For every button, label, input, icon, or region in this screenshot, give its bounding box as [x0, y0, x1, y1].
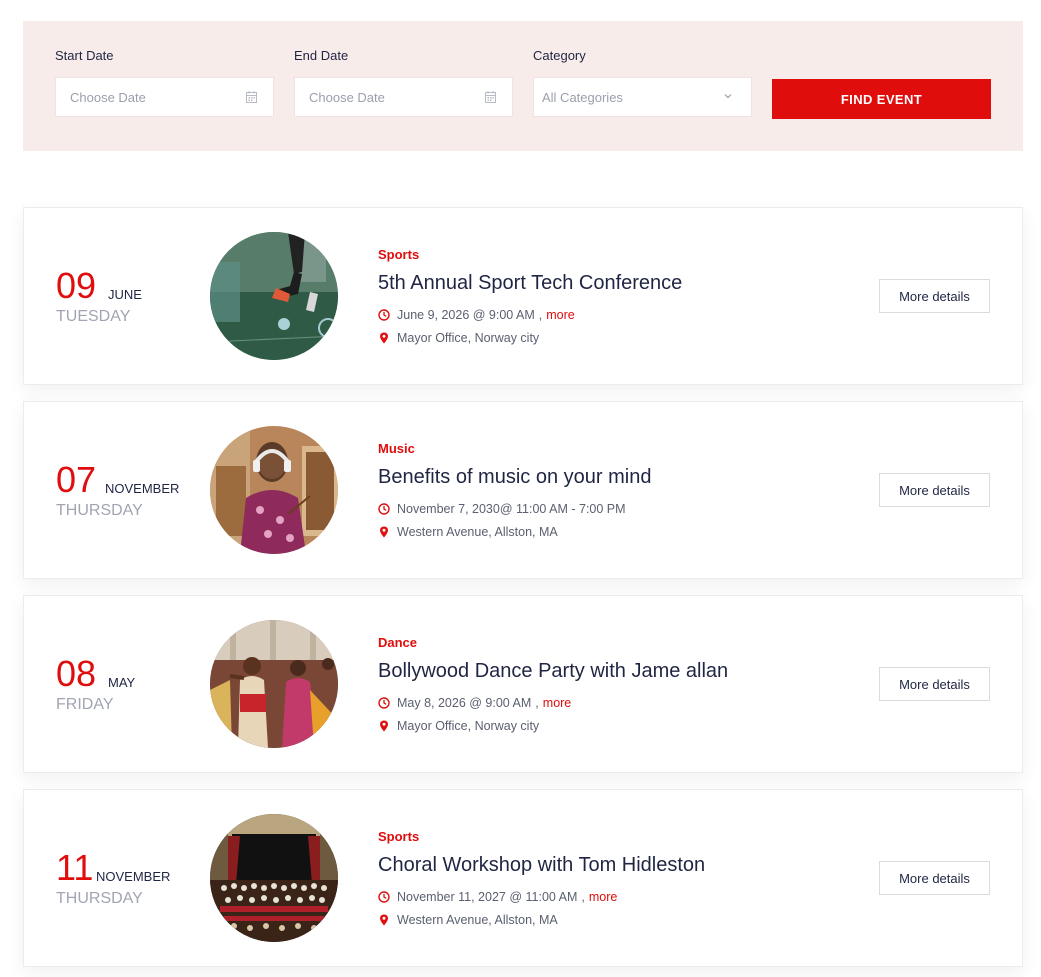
event-card: 09 JUNE TUESDAY Sports 5th Annual Sport …: [23, 207, 1023, 385]
event-time: May 8, 2026 @ 9:00 AM: [397, 696, 532, 710]
event-more-link[interactable]: more: [543, 696, 571, 710]
event-time-separator: ,: [538, 308, 543, 322]
event-card: 08 MAY FRIDAY Dance Bollywood Dance Part…: [23, 595, 1023, 773]
end-date-input[interactable]: Choose Date: [294, 77, 513, 117]
calendar-icon[interactable]: [246, 91, 257, 103]
event-day: 08: [56, 653, 97, 694]
event-filter-bar: Start Date Choose Date End Date Choose D…: [23, 21, 1023, 151]
event-location: Western Avenue, Allston, MA: [397, 525, 558, 539]
event-time-row: May 8, 2026 @ 9:00 AM , more: [378, 696, 571, 710]
event-category[interactable]: Dance: [378, 635, 417, 650]
event-month: MAY: [108, 675, 136, 690]
start-date-label: Start Date: [55, 48, 114, 63]
category-select[interactable]: All Categories: [533, 77, 752, 117]
event-category[interactable]: Music: [378, 441, 415, 456]
category-label: Category: [533, 48, 586, 63]
clock-icon: [378, 503, 390, 515]
more-details-button[interactable]: More details: [879, 279, 990, 313]
event-time-separator: ,: [535, 696, 539, 710]
event-weekday: FRIDAY: [56, 696, 114, 713]
event-time: June 9, 2026 @ 9:00 AM: [397, 308, 535, 322]
event-day: 07: [56, 459, 97, 500]
event-month: JUNE: [108, 287, 142, 302]
event-more-link[interactable]: more: [589, 890, 617, 904]
map-pin-icon: [380, 332, 388, 344]
more-details-button[interactable]: More details: [879, 473, 990, 507]
more-details-button[interactable]: More details: [879, 861, 990, 895]
start-date-placeholder: Choose Date: [70, 90, 146, 105]
map-pin-icon: [380, 720, 388, 732]
event-time-separator: ,: [581, 890, 585, 904]
map-pin-icon: [380, 914, 388, 926]
event-location: Mayor Office, Norway city: [397, 331, 540, 345]
more-details-button[interactable]: More details: [879, 667, 990, 701]
event-month: NOVEMBER: [105, 481, 180, 496]
event-more-link[interactable]: more: [546, 308, 574, 322]
event-month: NOVEMBER: [96, 869, 171, 884]
event-card: 11 NOVEMBER THURSDAY Sports Choral Works…: [23, 789, 1023, 967]
event-category[interactable]: Sports: [378, 829, 419, 844]
event-title[interactable]: Choral Workshop with Tom Hidleston: [378, 854, 705, 877]
woman-painting-image[interactable]: [210, 426, 338, 554]
event-time: November 11, 2027 @ 11:00 AM: [397, 890, 578, 904]
map-pin-icon: [380, 526, 388, 538]
event-location-row: Mayor Office, Norway city: [378, 719, 539, 733]
clock-icon: [378, 891, 390, 903]
event-weekday: TUESDAY: [56, 308, 131, 325]
event-category[interactable]: Sports: [378, 247, 419, 262]
clock-icon: [378, 697, 390, 709]
soccer-player-image[interactable]: [210, 232, 338, 360]
event-title[interactable]: 5th Annual Sport Tech Conference: [378, 272, 682, 295]
event-time: November 7, 2030@ 11:00 AM - 7:00 PM: [397, 502, 626, 516]
event-day: 09: [56, 265, 97, 306]
event-location-row: Mayor Office, Norway city: [378, 331, 539, 345]
chevron-down-icon: [724, 94, 732, 99]
choir-stage-image[interactable]: [210, 814, 338, 942]
event-time-row: November 7, 2030@ 11:00 AM - 7:00 PM: [378, 502, 626, 516]
start-date-input[interactable]: Choose Date: [55, 77, 274, 117]
event-title[interactable]: Bollywood Dance Party with Jame allan: [378, 660, 728, 683]
event-location: Western Avenue, Allston, MA: [397, 913, 558, 927]
event-title[interactable]: Benefits of music on your mind: [378, 466, 651, 489]
event-day: 11: [56, 847, 94, 888]
end-date-placeholder: Choose Date: [309, 90, 385, 105]
category-select-value: All Categories: [542, 90, 623, 105]
event-location: Mayor Office, Norway city: [397, 719, 540, 733]
event-weekday: THURSDAY: [56, 890, 143, 907]
event-card: 07 NOVEMBER THURSDAY Music Benefits of m…: [23, 401, 1023, 579]
dancers-image[interactable]: [210, 620, 338, 748]
event-weekday: THURSDAY: [56, 502, 143, 519]
end-date-label: End Date: [294, 48, 349, 63]
find-event-button[interactable]: FIND EVENT: [772, 79, 991, 119]
event-time-row: November 11, 2027 @ 11:00 AM , more: [378, 890, 617, 904]
event-time-row: June 9, 2026 @ 9:00 AM , more: [378, 308, 575, 322]
calendar-icon[interactable]: [485, 91, 496, 103]
clock-icon: [378, 309, 390, 321]
event-location-row: Western Avenue, Allston, MA: [378, 913, 558, 927]
event-location-row: Western Avenue, Allston, MA: [378, 525, 558, 539]
